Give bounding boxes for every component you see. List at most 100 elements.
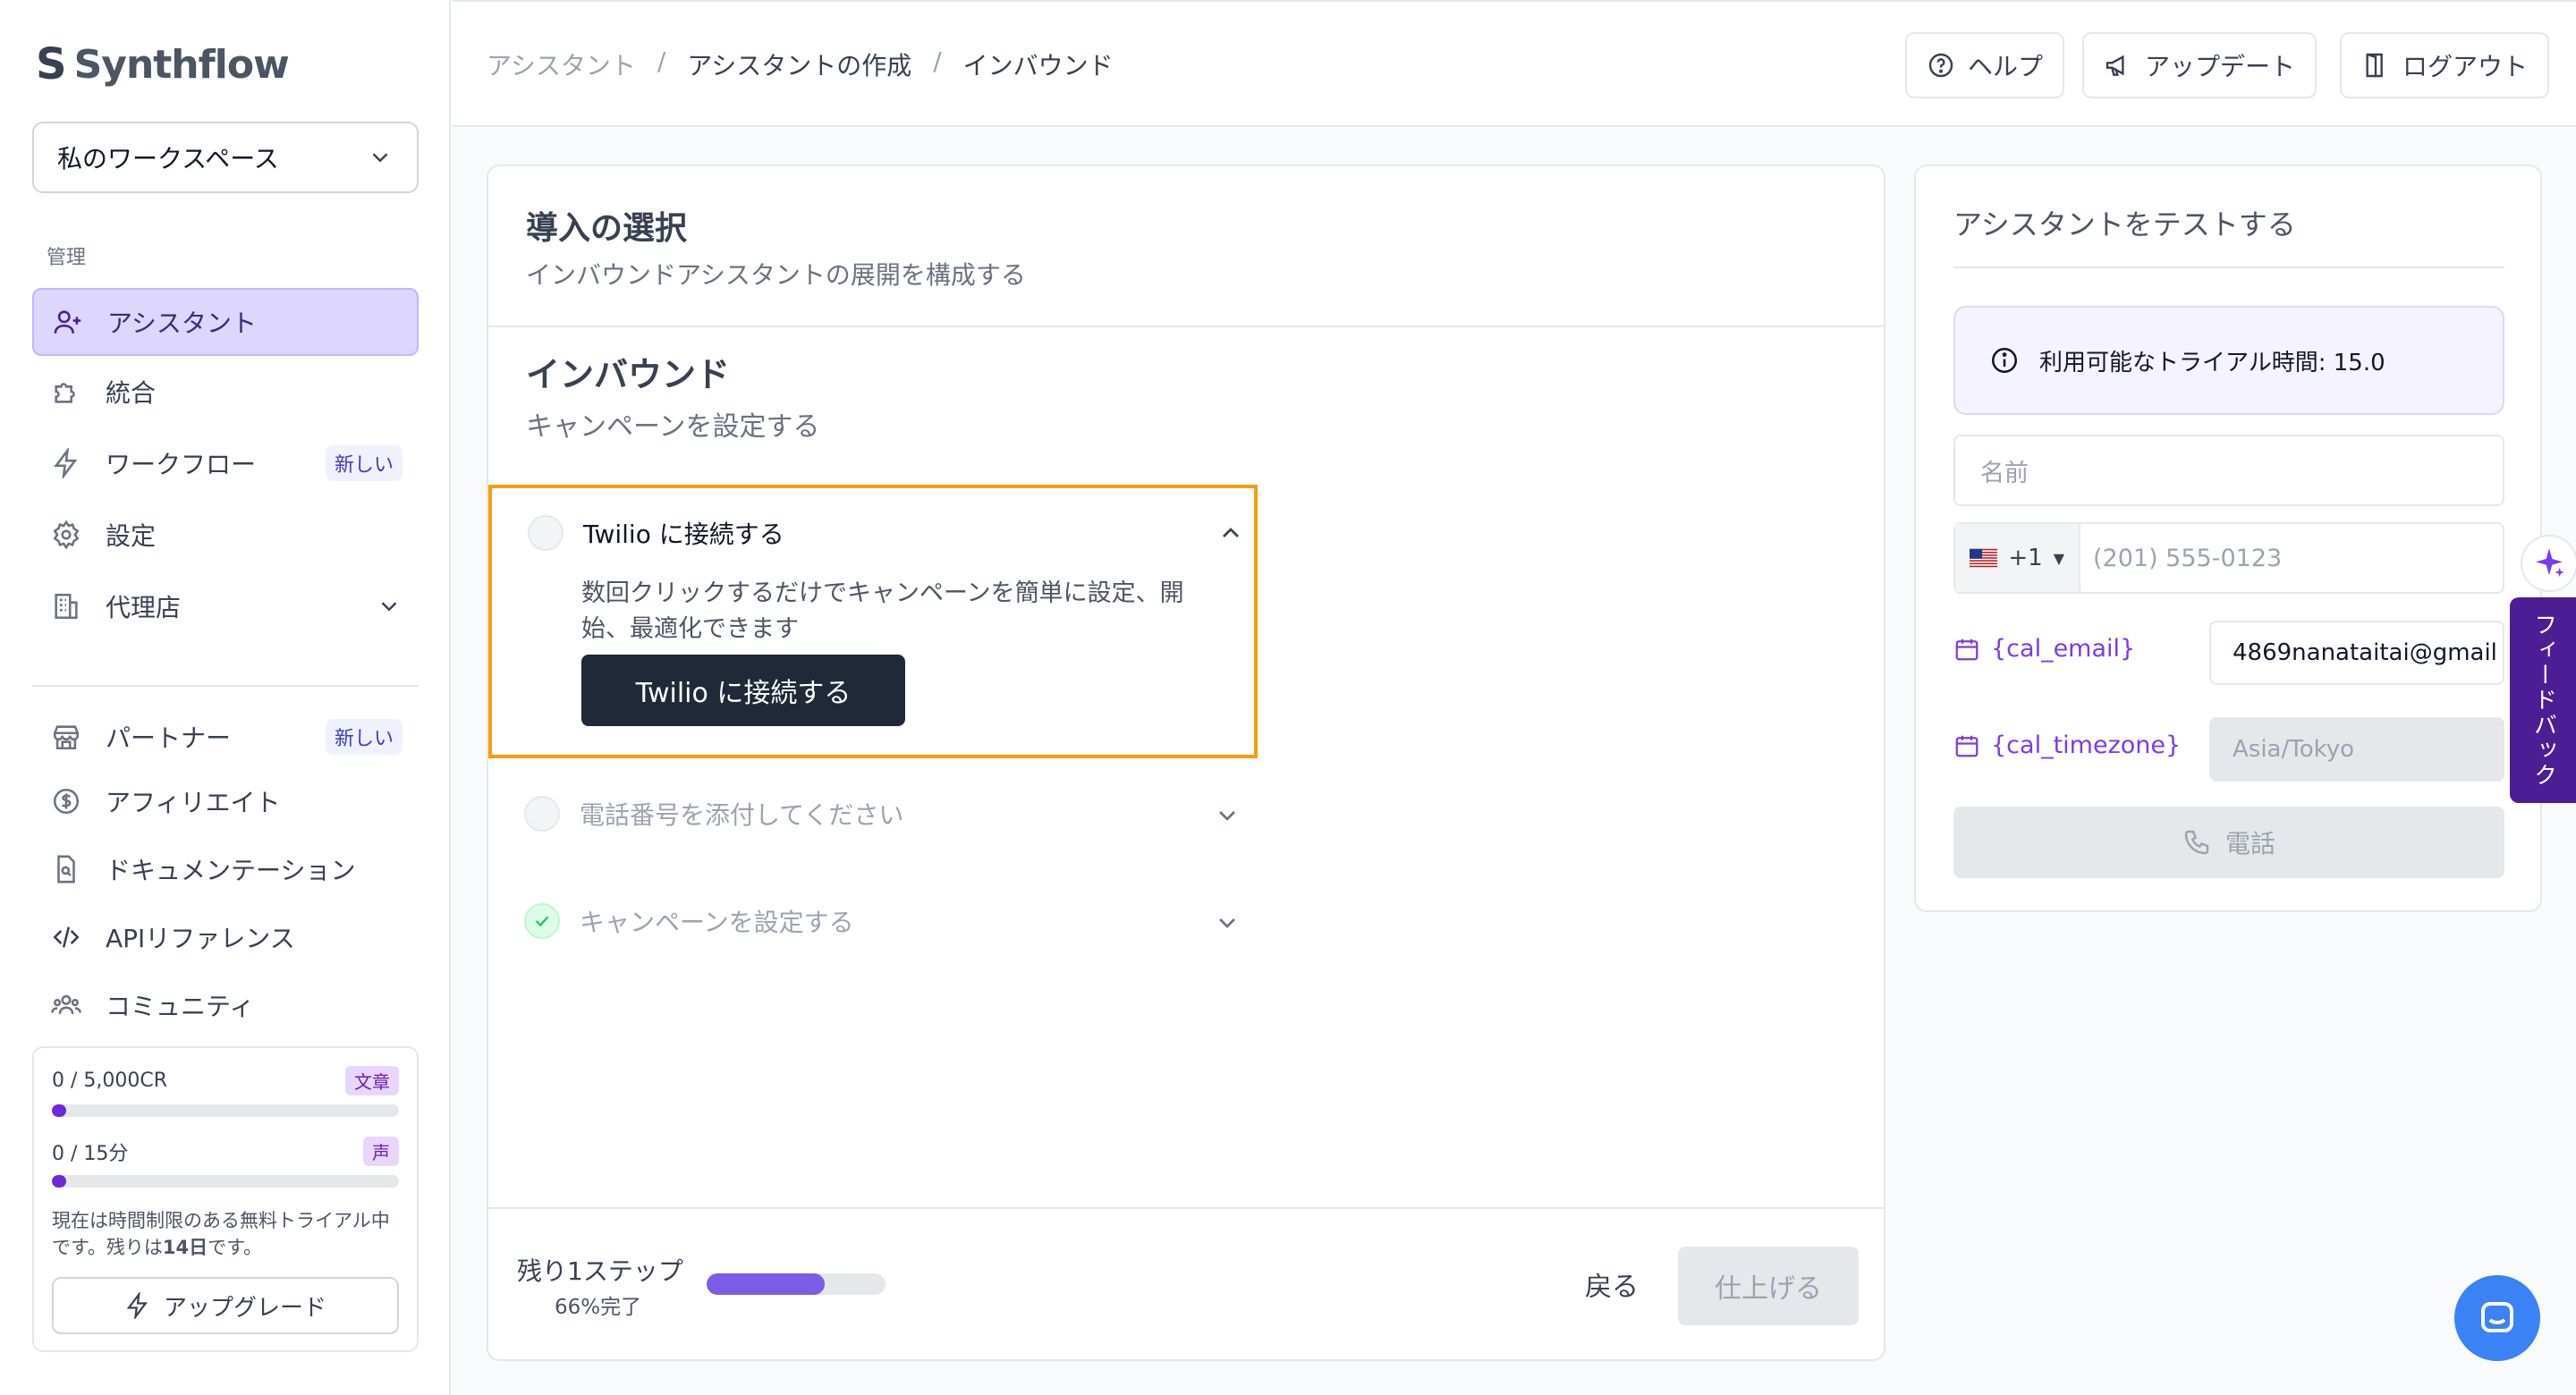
upgrade-button[interactable]: アップグレード <box>52 1277 399 1334</box>
bolt-icon <box>126 1292 148 1319</box>
top-bar: アシスタント / アシスタントの作成 / インバウンド ヘルプ アップデート ロ… <box>453 0 2576 127</box>
users-icon <box>48 987 84 1023</box>
test-card-divider <box>1953 266 2504 268</box>
chevron-down-icon[interactable] <box>1213 801 1241 830</box>
logo-text: Synthflow <box>73 41 290 88</box>
sidebar-divider <box>32 685 419 687</box>
step-configure-campaign[interactable]: キャンペーンを設定する <box>524 903 854 939</box>
step-title: 電話番号を添付してください <box>580 800 904 830</box>
sidebar-item-community[interactable]: コミュニティ <box>32 971 419 1039</box>
cal-email-name: {cal_email} <box>1991 635 2136 663</box>
sidebar-item-assistants[interactable]: アシスタント <box>32 288 419 356</box>
sidebar-item-label: アシスタント <box>107 309 257 338</box>
chevron-up-icon[interactable] <box>1216 519 1245 547</box>
chevron-down-icon[interactable] <box>1213 909 1241 937</box>
breadcrumb-separator: / <box>657 46 666 76</box>
logout-label: ログアウト <box>2402 52 2529 81</box>
ai-sparkle-button[interactable] <box>2521 535 2576 592</box>
breadcrumb-inbound: インバウンド <box>962 51 1114 80</box>
sidebar-item-label: 設定 <box>106 521 157 551</box>
breadcrumb-assistants[interactable]: アシスタント <box>487 46 636 82</box>
voice-usage-row: 0 / 15分 声 <box>52 1137 399 1166</box>
text-total: 5,000CR <box>83 1070 168 1092</box>
call-button[interactable]: 電話 <box>1953 807 2504 878</box>
voice-usage-bar <box>52 1175 399 1188</box>
us-flag-icon <box>1970 548 1998 568</box>
megaphone-icon <box>2106 55 2124 76</box>
new-badge: 新しい <box>325 719 402 755</box>
document-search-icon <box>48 851 84 887</box>
building-icon <box>48 588 84 624</box>
door-icon <box>2366 53 2383 78</box>
feedback-label: フィードバック <box>2529 613 2557 788</box>
text-tag: 文章 <box>345 1066 399 1095</box>
voice-usage-fill <box>52 1175 66 1188</box>
back-button[interactable]: 戻る <box>1585 1264 1639 1304</box>
remaining-steps: 残り1ステップ <box>517 1256 683 1286</box>
sidebar-item-api-reference[interactable]: APIリファレンス <box>32 903 419 971</box>
sidebar-item-label: アフィリエイト <box>106 788 281 817</box>
connect-twilio-button[interactable]: Twilio に接続する <box>581 655 905 726</box>
sidebar-item-agency[interactable]: 代理店 <box>32 572 419 640</box>
chat-launcher-button[interactable] <box>2454 1275 2540 1361</box>
sidebar-item-workflows[interactable]: ワークフロー 新しい <box>32 429 419 497</box>
chevron-down-icon <box>381 602 397 612</box>
sidebar-item-partners[interactable]: パートナー 新しい <box>32 703 419 771</box>
sidebar-item-label: ワークフロー <box>106 450 257 479</box>
card-divider <box>488 326 1884 327</box>
help-button[interactable]: ヘルプ <box>1905 32 2065 98</box>
dollar-circle-icon <box>48 783 84 819</box>
new-badge: 新しい <box>325 445 402 481</box>
sidebar-item-label: APIリファレンス <box>106 924 295 953</box>
country-code-select[interactable]: +1 ▼ <box>1955 524 2080 592</box>
phone-input[interactable]: +1 ▼ (201) 555-0123 <box>1953 522 2504 594</box>
progress-bar <box>707 1273 886 1295</box>
card-subtitle: インバウンドアシスタントの展開を構成する <box>526 260 1026 290</box>
sidebar-item-integrations[interactable]: 統合 <box>32 358 419 426</box>
call-label: 電話 <box>2224 829 2275 858</box>
cal-email-label: {cal_email} <box>1953 635 2135 663</box>
info-icon <box>1991 347 2018 374</box>
logout-button[interactable]: ログアウト <box>2340 32 2550 98</box>
step-header[interactable]: Twilio に接続する <box>528 515 784 551</box>
sidebar-item-label: ドキュメンテーション <box>106 856 356 885</box>
logo-mark: S <box>36 39 67 89</box>
breadcrumb-separator: / <box>933 46 942 76</box>
section-subtitle: キャンペーンを設定する <box>526 411 820 443</box>
name-input[interactable]: 名前 <box>1953 435 2504 506</box>
step-description: 数回クリックするだけでキャンペーンを簡単に設定、開始、最適化できます <box>581 579 1184 643</box>
calendar-icon <box>1955 638 1979 660</box>
upgrade-label: アップグレード <box>163 1294 326 1322</box>
store-icon <box>48 719 84 755</box>
updates-button[interactable]: アップデート <box>2082 32 2318 98</box>
sidebar-item-settings[interactable]: 設定 <box>32 501 419 569</box>
workspace-name: 私のワークスペース <box>57 144 279 173</box>
step-connect-twilio: Twilio に接続する 数回クリックするだけでキャンペーンを簡単に設定、開始、… <box>488 485 1258 758</box>
name-placeholder: 名前 <box>1980 459 2029 487</box>
text-usage-row: 0 / 5,000CR 文章 <box>52 1066 399 1095</box>
progress-fill <box>707 1273 825 1295</box>
text-usage-bar <box>52 1104 399 1117</box>
finish-button[interactable]: 仕上げる <box>1678 1247 1859 1325</box>
usage-panel: 0 / 5,000CR 文章 0 / 15分 声 現在は時間制限のある無料トライ… <box>32 1046 419 1352</box>
step-attach-phone[interactable]: 電話番号を添付してください <box>524 796 903 832</box>
feedback-tab[interactable]: フィードバック <box>2510 597 2576 803</box>
sidebar-item-label: 統合 <box>106 378 157 408</box>
cal-email-input[interactable]: 4869nanataitai@gmail <box>2209 621 2504 685</box>
logo[interactable]: S Synthflow <box>36 39 290 89</box>
cal-email-value: 4869nanataitai@gmail <box>2233 639 2497 666</box>
code-icon <box>48 919 84 955</box>
trial-time-text: 利用可能なトライアル時間: 15.0 <box>2039 349 2385 376</box>
voice-total: 15分 <box>83 1142 129 1165</box>
cal-timezone-label: {cal_timezone} <box>1953 731 2181 759</box>
sidebar-item-affiliate[interactable]: アフィリエイト <box>32 767 419 835</box>
test-card-title: アシスタントをテストする <box>1953 207 2296 241</box>
section-label-admin: 管理 <box>47 247 87 269</box>
breadcrumb-create[interactable]: アシスタントの作成 <box>687 46 911 82</box>
sidebar-item-documentation[interactable]: ドキュメンテーション <box>32 835 419 903</box>
calendar-icon <box>1955 735 1979 757</box>
workspace-select[interactable]: 私のワークスペース <box>32 122 419 193</box>
text-used: 0 <box>52 1070 64 1092</box>
percent-complete: 66%完了 <box>555 1296 642 1319</box>
step-status-icon <box>528 515 564 551</box>
